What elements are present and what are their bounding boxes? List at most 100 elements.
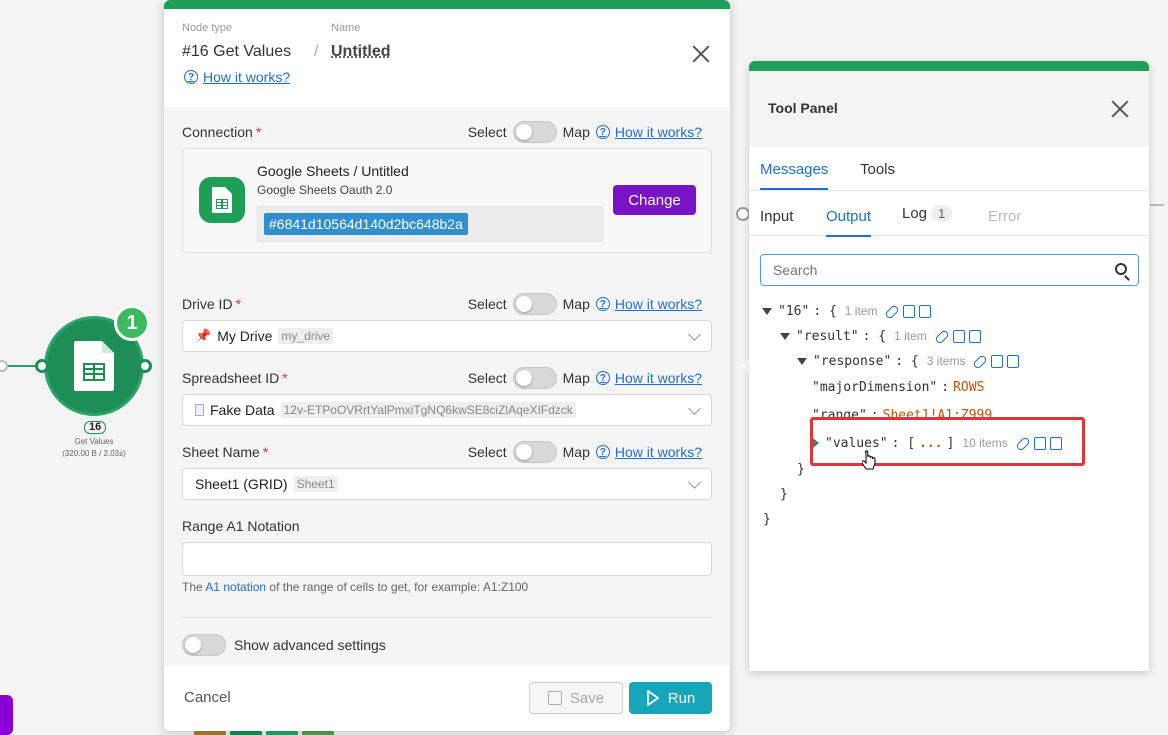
a1-notation-link[interactable]: A1 notation xyxy=(205,580,266,594)
select-map-toggle[interactable] xyxy=(512,441,557,463)
tab-error[interactable]: Error xyxy=(988,208,1021,225)
sheet-chip: Sheet1 xyxy=(293,476,338,492)
copy-icon[interactable] xyxy=(919,304,932,318)
sheet-name-select[interactable]: Sheet1 (GRID) Sheet1 xyxy=(182,468,712,500)
cancel-button[interactable]: Cancel xyxy=(184,689,231,706)
tree-row-majordimension: "majorDimension": ROWS xyxy=(812,379,985,395)
gear-icon[interactable] xyxy=(736,207,750,221)
spreadsheet-chip: 12v-ETPoOVRrtYalPmxiTgNQ6kwSE8ciZlAqeXIF… xyxy=(280,402,576,418)
modal-footer: Cancel Save Run xyxy=(164,665,730,731)
map-label: Map xyxy=(562,124,590,140)
link-icon[interactable] xyxy=(972,353,989,370)
how-it-works-link[interactable]: ? How it works? xyxy=(595,444,702,460)
help-icon: ? xyxy=(595,371,610,385)
select-label: Select xyxy=(467,296,507,312)
drive-value: My Drive xyxy=(217,328,273,344)
link-icon[interactable] xyxy=(884,303,901,320)
connection-id-chip: #6841d10564d140d2bc648b2a xyxy=(264,213,468,235)
sheet-select-map: Select Map ? How it works? xyxy=(468,441,702,463)
toolbar-tab[interactable] xyxy=(0,695,13,735)
copy-icon[interactable] xyxy=(952,329,965,343)
modal-accent-bar xyxy=(164,0,730,9)
save-icon xyxy=(547,691,562,705)
node-stats-label: (320.00 B / 2.03s) xyxy=(62,449,126,458)
help-icon: ? xyxy=(184,70,198,84)
range-input[interactable] xyxy=(182,542,712,576)
edge-handle[interactable] xyxy=(0,360,8,372)
google-sheets-icon xyxy=(199,177,245,223)
link-icon[interactable] xyxy=(934,328,950,345)
advanced-settings-label: Show advanced settings xyxy=(234,637,386,653)
node-settings-modal: Node type Name #16 Get Values / Untitled… xyxy=(164,0,730,731)
how-it-works-link[interactable]: ? How it works? xyxy=(595,124,702,140)
drive-id-select[interactable]: 📌 My Drive my_drive xyxy=(182,320,712,352)
select-map-toggle[interactable] xyxy=(512,293,557,315)
range-label: Range A1 Notation xyxy=(182,518,300,534)
map-label: Map xyxy=(562,370,590,386)
connection-title: Google Sheets / Untitled xyxy=(257,163,409,179)
node-output-handle[interactable] xyxy=(138,359,152,373)
how-it-works-link[interactable]: ? How it works? xyxy=(595,370,702,386)
tree-row-root[interactable]: "16": { 1 item xyxy=(762,302,932,320)
drive-chip: my_drive xyxy=(278,328,334,344)
copy-icon[interactable] xyxy=(903,304,916,318)
advanced-settings-toggle[interactable] xyxy=(182,634,226,656)
divider xyxy=(182,617,712,618)
close-icon[interactable] xyxy=(1109,98,1131,120)
chevron-down-icon xyxy=(688,402,701,415)
chevron-down-icon xyxy=(688,476,701,489)
how-it-works-link[interactable]: ? How it works? xyxy=(595,296,702,312)
tree-close-brace: } xyxy=(780,486,788,502)
select-label: Select xyxy=(467,370,507,386)
select-map-toggle[interactable] xyxy=(512,121,557,143)
node-type-label: Node type xyxy=(182,22,233,34)
how-it-works-link[interactable]: ? How it works? xyxy=(184,69,290,85)
select-label: Select xyxy=(467,444,507,460)
tab-input[interactable]: Input xyxy=(760,208,793,225)
save-button[interactable]: Save xyxy=(529,682,623,714)
copy-icon[interactable] xyxy=(1007,354,1020,368)
copy-icon[interactable] xyxy=(968,329,981,343)
separator: / xyxy=(314,43,319,60)
node-run-count-badge: 1 xyxy=(114,305,150,341)
close-icon[interactable] xyxy=(690,43,712,65)
panel-accent-bar xyxy=(749,61,1149,71)
highlight-box xyxy=(810,417,1085,466)
caret-down-icon[interactable] xyxy=(780,332,790,340)
help-icon: ? xyxy=(595,125,610,139)
tree-row-result[interactable]: "result": { 1 item xyxy=(780,327,981,345)
tab-log[interactable]: Log 1 xyxy=(902,205,953,222)
map-label: Map xyxy=(562,444,590,460)
tool-panel-title: Tool Panel xyxy=(768,100,838,116)
tab-tools[interactable]: Tools xyxy=(860,161,895,178)
sheet-name-label: Sheet Name * xyxy=(182,444,269,460)
spreadsheet-id-select[interactable]: Fake Data 12v-ETPoOVRrtYalPmxiTgNQ6kwSE8… xyxy=(182,394,712,426)
name-label: Name xyxy=(331,22,361,34)
hand-cursor-icon xyxy=(862,450,876,470)
node-name-editable[interactable]: Untitled xyxy=(331,43,391,61)
edge-line xyxy=(1150,204,1164,206)
node-id-label: 16 xyxy=(84,421,107,434)
map-label: Map xyxy=(562,296,590,312)
tab-messages[interactable]: Messages xyxy=(760,161,829,190)
help-link-text: How it works? xyxy=(203,69,291,85)
caret-down-icon[interactable] xyxy=(797,357,807,365)
run-button[interactable]: Run xyxy=(629,682,712,714)
select-map-toggle[interactable] xyxy=(512,367,557,389)
advanced-settings-row: Show advanced settings xyxy=(182,634,386,656)
copy-icon[interactable] xyxy=(991,354,1004,368)
log-count-badge: 1 xyxy=(931,205,953,222)
connection-card: Google Sheets / Untitled Google Sheets O… xyxy=(182,148,712,253)
search-input[interactable] xyxy=(760,254,1139,286)
change-connection-button[interactable]: Change xyxy=(613,185,696,215)
caret-down-icon[interactable] xyxy=(762,307,772,315)
drive-id-label: Drive ID * xyxy=(182,296,242,312)
tool-panel-header: Tool Panel xyxy=(749,71,1149,147)
tree-row-response[interactable]: "response": { 3 items xyxy=(797,352,1020,370)
connection-select-map: Select Map ? How it works? xyxy=(468,121,702,143)
tree-close-brace: } xyxy=(763,511,771,527)
node-input-handle[interactable] xyxy=(35,359,49,373)
tab-output[interactable]: Output xyxy=(826,208,872,237)
tool-panel-tabs: Messages Tools xyxy=(749,147,1149,191)
file-icon xyxy=(195,404,204,416)
